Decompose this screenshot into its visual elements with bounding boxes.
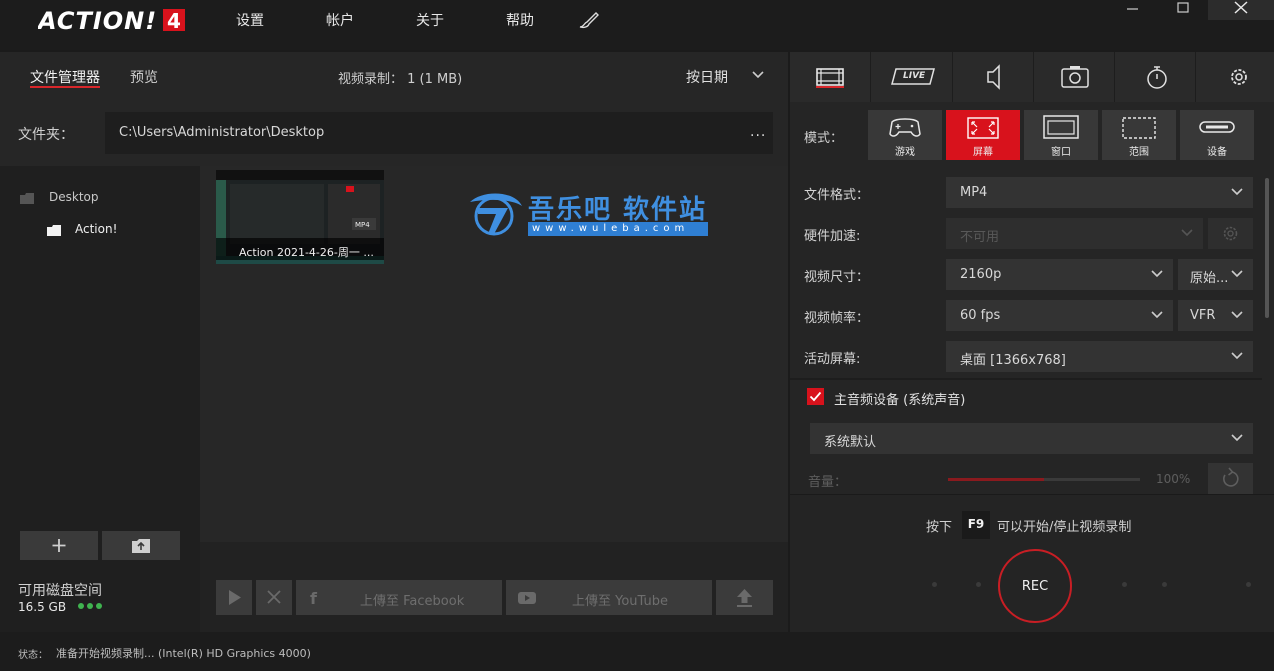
tree-item-action[interactable]: Action! xyxy=(75,222,117,236)
tab-timer[interactable] xyxy=(1115,52,1196,102)
mode-label: 模式： xyxy=(804,131,844,146)
mode-window-label: 窗口 xyxy=(1051,147,1071,158)
mode-screen-label: 屏幕 xyxy=(973,147,993,158)
volume-label: 音量： xyxy=(808,475,848,490)
disk-status-dot xyxy=(96,603,102,609)
fps-mode-value: VFR xyxy=(1190,308,1216,323)
audio-device-label: 主音频设备 (系统声音) xyxy=(834,393,966,408)
hw-accel-settings-button[interactable] xyxy=(1208,218,1253,249)
disk-space-value: 16.5 GB xyxy=(18,600,67,614)
svg-text:4: 4 xyxy=(167,9,181,33)
file-format-label: 文件格式： xyxy=(804,188,870,203)
indicator-dot xyxy=(1122,582,1127,587)
disk-status-dot xyxy=(78,603,84,609)
close-button[interactable] xyxy=(1208,0,1274,20)
svg-text:ACTION!: ACTION! xyxy=(38,7,157,33)
svg-text:MP4: MP4 xyxy=(355,221,370,229)
hw-accel-label: 硬件加速: xyxy=(804,229,861,244)
tab-video-recording[interactable] xyxy=(790,52,871,102)
menu-help[interactable]: 帮助 xyxy=(506,10,534,30)
audio-device-select[interactable]: 系统默认 xyxy=(810,423,1253,454)
minimize-button[interactable] xyxy=(1122,0,1144,20)
svg-text:f: f xyxy=(310,589,318,608)
video-size-mode-value: 原始... xyxy=(1190,271,1229,286)
tab-screenshot[interactable] xyxy=(1034,52,1115,102)
active-screen-select[interactable]: 桌面 [1366x768] xyxy=(946,341,1253,372)
upload-button[interactable] xyxy=(716,580,773,615)
active-screen-value: 桌面 [1366x768] xyxy=(960,353,1066,368)
fps-mode-select[interactable]: VFR xyxy=(1178,300,1253,331)
tree-item-desktop[interactable]: Desktop xyxy=(49,190,99,204)
upload-facebook-label: 上傳至 Facebook xyxy=(360,594,465,609)
maximize-button[interactable] xyxy=(1172,0,1194,20)
active-screen-label: 活动屏幕: xyxy=(804,352,861,367)
brush-icon[interactable] xyxy=(578,10,600,30)
watermark-url: www.wuleba.com xyxy=(528,222,708,236)
section-divider xyxy=(790,378,1262,380)
app-logo: ACTION! 4 xyxy=(38,7,188,33)
menu-account[interactable]: 帐户 xyxy=(326,10,354,30)
active-tab-indicator xyxy=(30,86,100,88)
menu-about[interactable]: 关于 xyxy=(416,10,444,30)
open-folder-button[interactable] xyxy=(102,531,180,560)
volume-percent: 100% xyxy=(1156,472,1191,486)
sort-dropdown[interactable]: 按日期 xyxy=(686,67,728,87)
folder-icon xyxy=(47,225,61,236)
hotkey-hint-prefix: 按下 xyxy=(926,520,953,535)
fps-label: 视频帧率： xyxy=(804,311,870,326)
hotkey-hint-suffix: 可以开始/停止视频录制 xyxy=(997,520,1132,535)
scrollbar[interactable] xyxy=(1265,178,1269,318)
audio-device-value: 系统默认 xyxy=(824,435,877,450)
fps-value: 60 fps xyxy=(960,308,1001,323)
volume-reset-button[interactable] xyxy=(1208,463,1253,494)
mode-game-label: 游戏 xyxy=(895,147,915,158)
folder-icon xyxy=(20,193,34,204)
mode-region-label: 范围 xyxy=(1129,147,1149,158)
video-size-label: 视频尺寸： xyxy=(804,270,870,285)
hotkey-badge: F9 xyxy=(962,511,990,539)
add-folder-button[interactable] xyxy=(20,531,98,560)
chevron-down-icon[interactable] xyxy=(752,71,764,79)
menu-settings[interactable]: 设置 xyxy=(236,10,264,30)
folder-path-field[interactable]: C:\Users\Administrator\Desktop xyxy=(105,112,773,154)
indicator-dot xyxy=(932,582,937,587)
tab-preview[interactable]: 预览 xyxy=(130,67,158,87)
volume-slider-fill xyxy=(948,478,1044,481)
upload-youtube-label: 上傳至 YouTube xyxy=(572,594,668,609)
file-format-value: MP4 xyxy=(960,185,988,200)
video-size-value: 2160p xyxy=(960,267,1002,282)
disk-status-dot xyxy=(87,603,93,609)
top-bar xyxy=(0,0,1274,50)
audio-device-checkbox[interactable] xyxy=(807,388,824,405)
status-label: 状态： xyxy=(18,650,48,661)
active-tab-indicator xyxy=(816,86,844,88)
fps-select[interactable]: 60 fps xyxy=(946,300,1173,331)
browse-folder-button[interactable]: ... xyxy=(750,124,766,140)
indicator-dot xyxy=(1162,582,1167,587)
status-text: 准备开始视频录制... (Intel(R) HD Graphics 4000) xyxy=(56,647,311,660)
tab-file-manager[interactable]: 文件管理器 xyxy=(30,67,100,87)
live-label: LIVE xyxy=(903,71,926,81)
video-size-mode-select[interactable]: 原始... xyxy=(1178,259,1253,290)
video-size-select[interactable]: 2160p xyxy=(946,259,1173,290)
tab-settings[interactable] xyxy=(1196,52,1274,102)
tab-audio[interactable] xyxy=(953,52,1034,102)
record-button[interactable]: REC xyxy=(998,549,1072,623)
recording-count: 视频录制： 1 (1 MB) xyxy=(338,72,463,87)
mode-device-label: 设备 xyxy=(1207,147,1227,158)
watermark-logo-icon xyxy=(464,188,524,238)
thumbnail-caption: Action 2021-4-26-周一 ... xyxy=(216,238,384,260)
folder-label: 文件夹： xyxy=(18,127,74,143)
hw-accel-value: 不可用 xyxy=(960,230,1000,245)
hw-accel-select[interactable]: 不可用 xyxy=(946,218,1203,249)
indicator-dot xyxy=(976,582,981,587)
delete-button[interactable] xyxy=(256,580,292,615)
file-format-select[interactable]: MP4 xyxy=(946,177,1253,208)
play-button[interactable] xyxy=(216,580,252,615)
disk-space-label: 可用磁盘空间 xyxy=(18,583,102,599)
watermark-text: 吾乐吧 软件站 xyxy=(528,195,708,225)
indicator-dot xyxy=(1246,582,1251,587)
